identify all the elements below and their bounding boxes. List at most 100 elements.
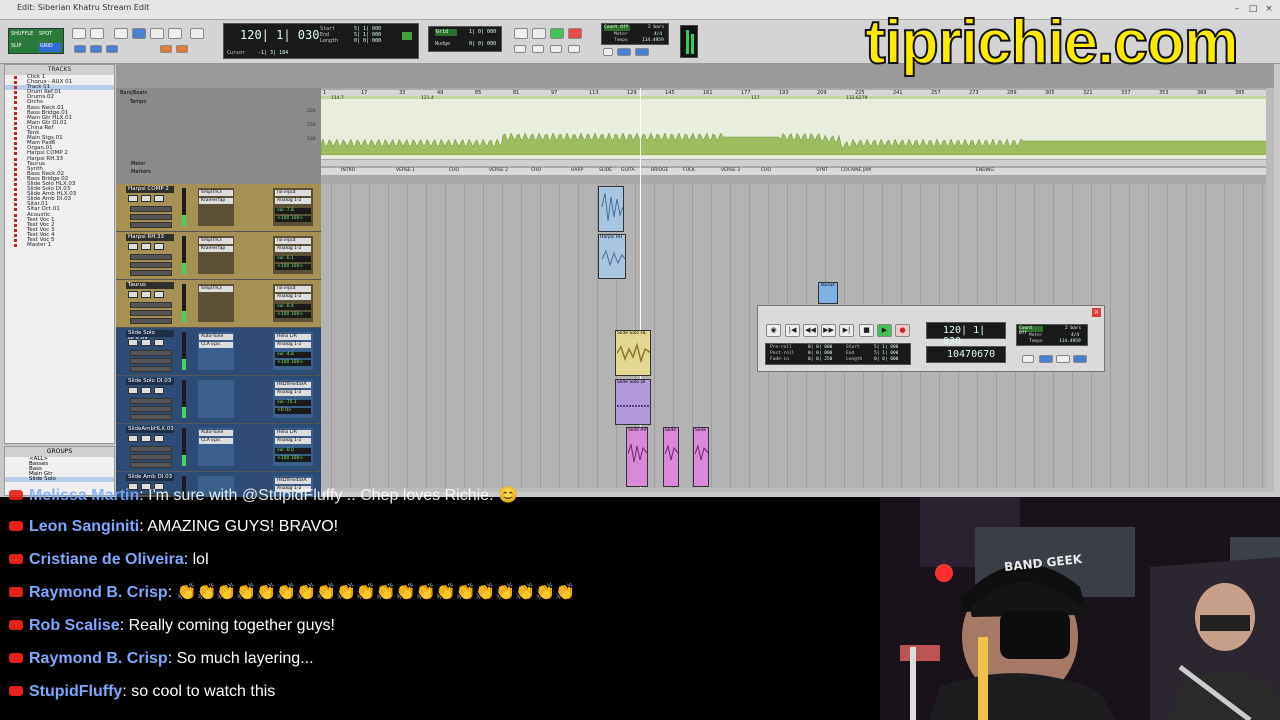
length-value[interactable]: 0| 0| 000 [354,38,381,44]
solo-button[interactable] [141,243,151,250]
clip-slide-solo-hlx[interactable]: Slide Solo HL [615,330,651,376]
solo-button[interactable] [141,339,151,346]
track-visible-icon[interactable] [14,147,17,151]
go-to-end-button[interactable] [568,45,580,53]
transport-sub-counter[interactable]: 10470670 [947,349,995,360]
clip-slide-amb-3[interactable]: Slide [693,427,709,487]
solo-button[interactable] [141,387,151,394]
record-enable-button[interactable] [128,291,138,298]
track-header[interactable]: Slide Solo HLX.03 Auto-Tune CLA Epic Helix … [116,328,321,376]
output-selector[interactable]: Analog 1-2 [275,342,311,348]
track-view-selector[interactable] [130,302,172,308]
record-button[interactable]: ● [895,324,910,337]
track-name[interactable]: Slide Amb DI.03 [126,474,174,481]
track-visible-icon[interactable] [14,111,17,115]
group-list-item[interactable]: Slide Solo [5,476,114,482]
solo-button[interactable] [141,291,151,298]
track-view-selector[interactable] [130,446,172,452]
track-view-selector[interactable] [130,254,172,260]
track-visible-icon[interactable] [14,162,17,166]
input-selector[interactable]: Helix L/R [275,430,311,436]
track-visible-icon[interactable] [14,101,17,105]
marker-label[interactable]: CHO [761,168,771,173]
pan-value[interactable]: <100 100> [275,264,311,270]
stop-icon[interactable] [532,28,546,39]
mute-button[interactable] [154,339,164,346]
marker-label[interactable]: VERSE 3 [721,168,740,173]
track-name[interactable]: SlideAmbHLX.03 [126,426,174,433]
link-icon[interactable] [160,45,172,53]
marker-label[interactable]: VERSE 1 [396,168,415,173]
markers-lane[interactable]: INTRO VERSE 1 CHO VERSE 2 CHO HARP SLIDE GUITA B… [321,168,1274,175]
track-view-selector[interactable] [130,406,172,412]
pan-value[interactable]: <100 100> [275,216,311,222]
volume-value[interactable]: vol -7.8 [275,208,311,214]
output-selector[interactable]: Analog 1-2 [275,390,311,396]
insert-slot[interactable]: Auto-Tune [199,334,233,340]
record-enable-button[interactable] [128,435,138,442]
grabber-tool-icon[interactable] [132,28,146,39]
output-selector[interactable]: Analog 1-2 [275,246,311,252]
main-counter[interactable]: 120| 1| 030 [240,28,319,42]
track-view-selector[interactable] [130,310,172,316]
nudge-value[interactable]: 0| 0| 000 [469,41,496,47]
output-selector[interactable]: Analog 1-2 [275,294,311,300]
maximize-icon[interactable]: □ [1248,4,1258,14]
fast-forward-button[interactable]: ▶▶ [821,324,836,337]
marker-label[interactable]: CHO [449,168,459,173]
track-header[interactable]: Harpsi RH.33 SmplTrk3 KramerTap no input Ana… [116,232,321,280]
rewind-button[interactable] [514,45,526,53]
meter-value[interactable]: 4/4 [654,32,662,37]
length-value[interactable]: 0| 0| 000 [874,357,898,362]
solo-button[interactable] [141,195,151,202]
track-visible-icon[interactable] [14,218,17,222]
meter-lane[interactable] [321,160,1274,166]
mode-shuffle-label[interactable]: SHUFFLE [11,31,33,37]
scrubber-tool-icon[interactable] [150,28,164,39]
marker-label[interactable]: FUCK [683,168,695,173]
play-button[interactable]: ▶ [877,324,892,337]
marker-label[interactable]: BRIDGE [651,168,668,173]
track-visible-icon[interactable] [14,86,17,90]
track-visible-icon[interactable] [14,193,17,197]
track-view-selector[interactable] [130,358,172,364]
track-visible-icon[interactable] [14,76,17,79]
zoom-preset-2-icon[interactable] [90,45,102,53]
volume-value[interactable]: vol -75.1 [275,400,311,406]
marker-label[interactable]: SLIDE [599,168,612,173]
count-off-label[interactable]: Count Off [604,25,630,31]
track-name[interactable]: Harpsi RH.33 [126,234,174,241]
metronome-icon[interactable] [1073,355,1087,363]
input-selector[interactable]: no input [275,190,311,196]
marker-label[interactable]: CHO [531,168,541,173]
smart-tool-icon[interactable] [190,28,204,39]
input-selector[interactable]: Helix L/R [275,334,311,340]
mute-button[interactable] [154,435,164,442]
postroll-value[interactable]: 0| 0| 000 [808,351,832,356]
track-visible-icon[interactable] [14,81,17,85]
count-off-label[interactable]: Count Off [1019,326,1043,336]
track-visible-icon[interactable] [14,228,17,232]
zoom-preset-3-icon[interactable] [106,45,118,53]
marker-label[interactable]: VERSE 2 [489,168,508,173]
track-visible-icon[interactable] [14,182,17,186]
end-value[interactable]: 5| 1| 000 [874,351,898,356]
marker-label[interactable]: COCAINE JAM [841,168,871,173]
clip-slide-solo-di[interactable]: Slide Solo DI [615,379,651,425]
start-value[interactable]: 5| 1| 000 [874,345,898,350]
mute-button[interactable] [154,291,164,298]
track-visible-icon[interactable] [14,223,17,227]
track-view-selector[interactable] [130,270,172,276]
mode-grid-label[interactable]: GRID [39,43,61,52]
marker-label[interactable]: ENDING [976,168,994,173]
conductor-icon[interactable] [1039,355,1053,363]
solo-button[interactable] [141,435,151,442]
input-selector[interactable]: no input [275,238,311,244]
zoom-tool-icon[interactable] [72,28,86,39]
track-visible-icon[interactable] [14,106,17,110]
zoom-preset-1-icon[interactable] [74,45,86,53]
track-visible-icon[interactable] [14,203,17,207]
clip-taurus[interactable]: Taurus [818,282,838,304]
track-visible-icon[interactable] [14,244,17,248]
go-to-end-button[interactable]: ▶| [839,324,854,337]
